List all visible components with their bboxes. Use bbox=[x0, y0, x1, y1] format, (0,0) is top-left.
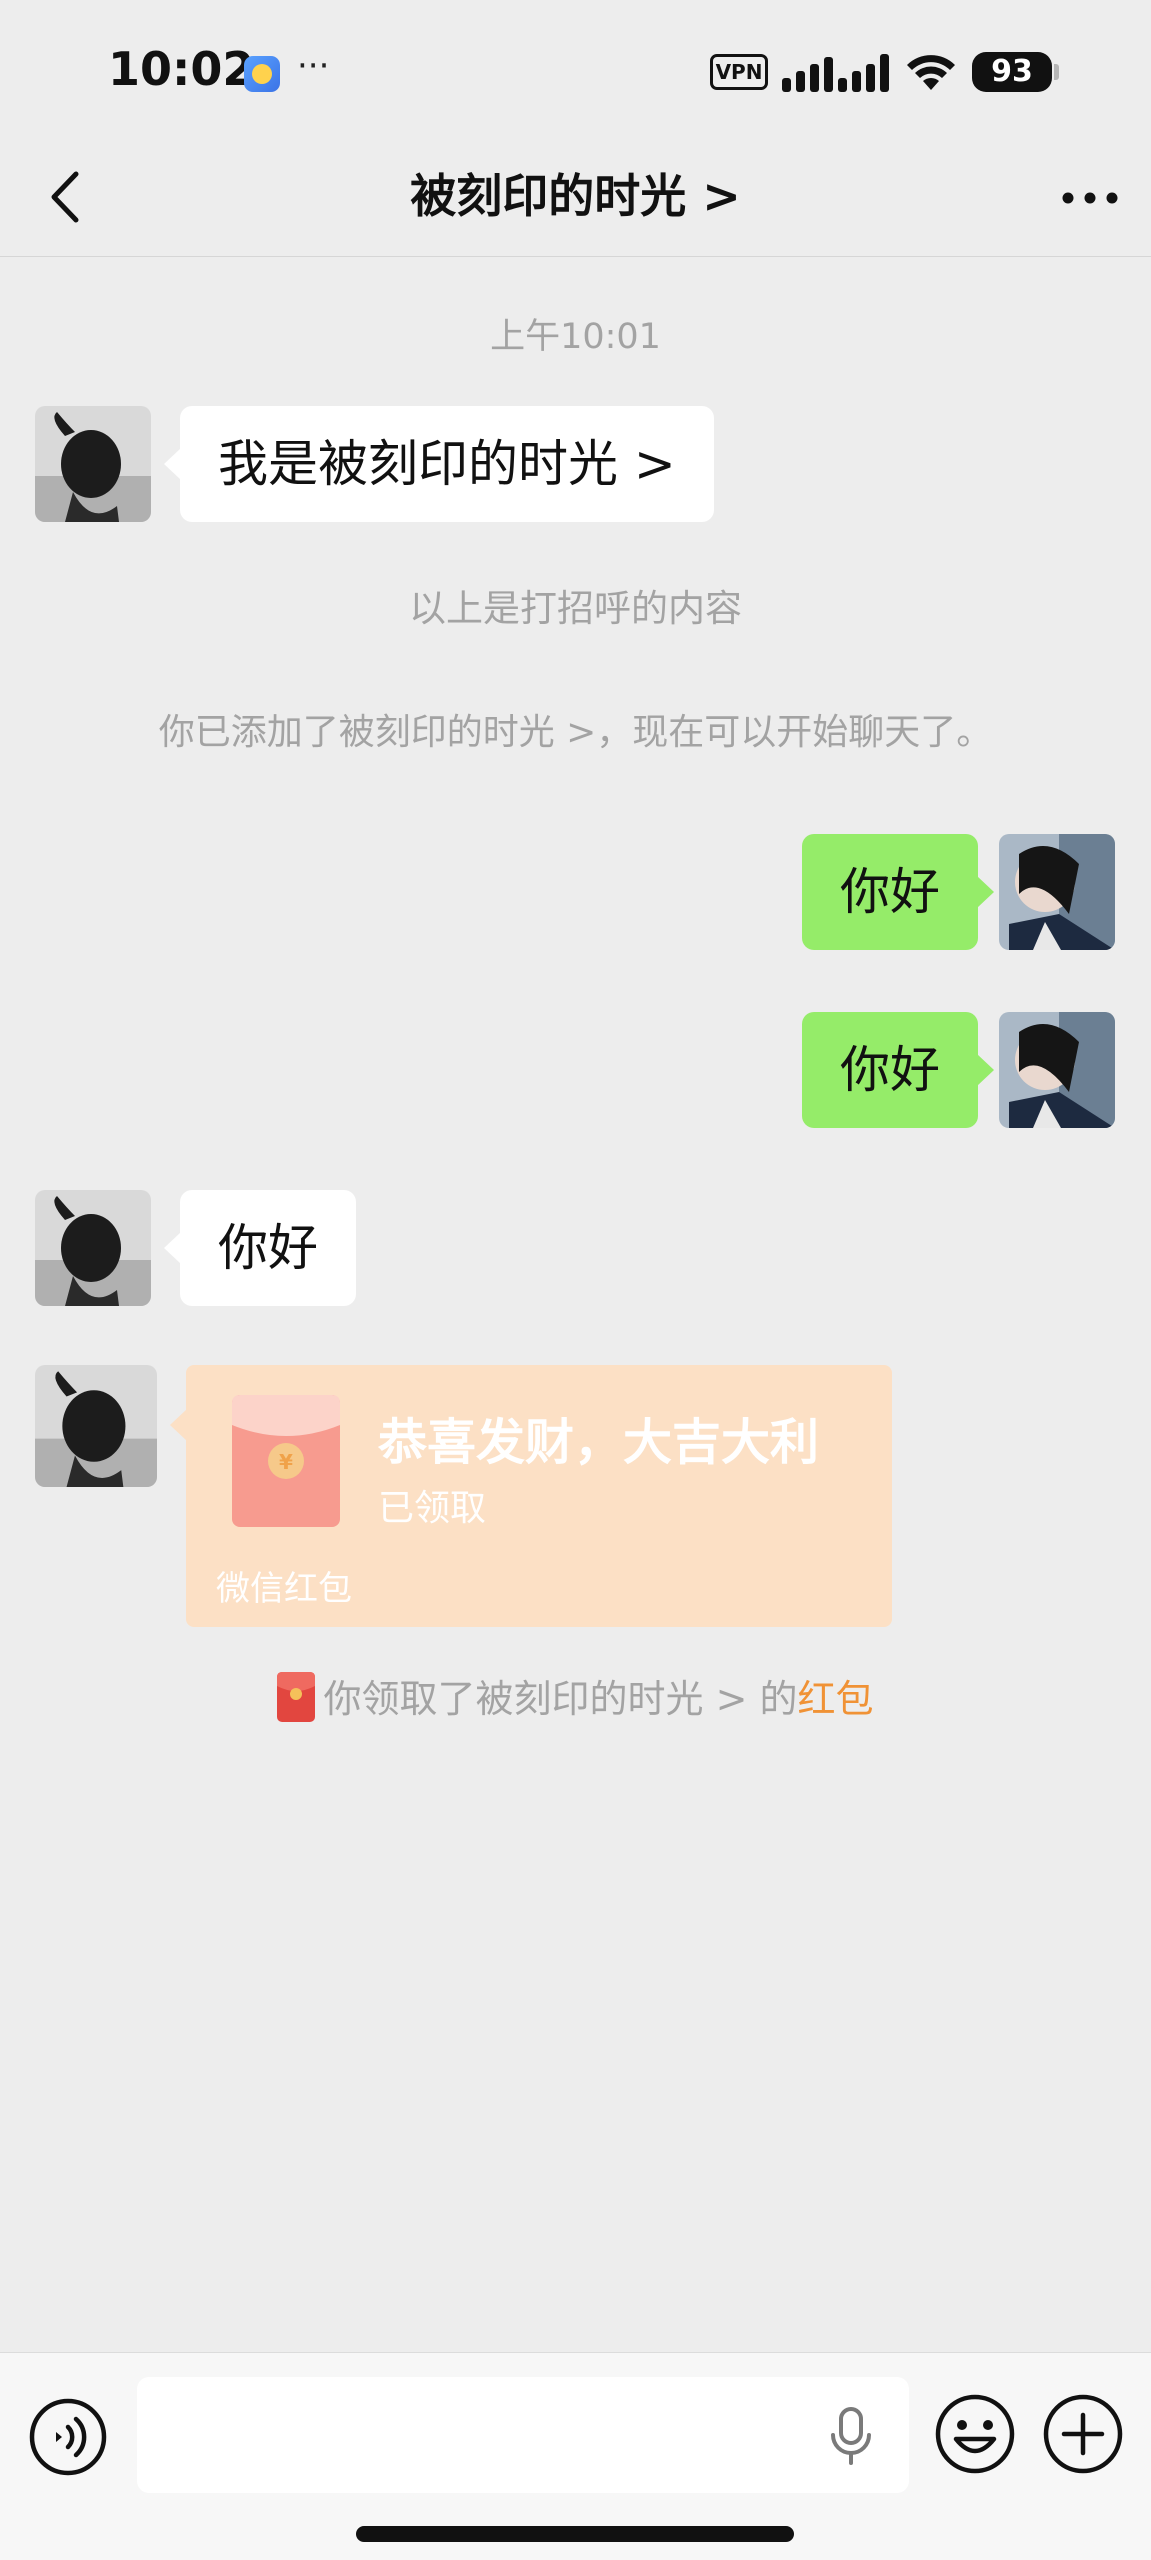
plus-icon[interactable] bbox=[1042, 2393, 1124, 2475]
message-bubble-outgoing[interactable]: 你好 bbox=[802, 1012, 994, 1128]
status-bar: 10:02 ··· VPN 93 bbox=[0, 0, 1151, 140]
emoji-icon[interactable] bbox=[934, 2393, 1016, 2475]
contact-added-note: 你已添加了被刻印的时光 >，现在可以开始聊天了。 bbox=[158, 712, 993, 753]
signal-icon bbox=[782, 54, 889, 92]
battery-tip bbox=[1054, 64, 1059, 80]
contact-avatar[interactable] bbox=[35, 1190, 151, 1306]
message-bubble-outgoing[interactable]: 你好 bbox=[802, 834, 994, 950]
battery-icon: 93 bbox=[972, 52, 1052, 92]
message-input[interactable] bbox=[137, 2377, 909, 2493]
red-packet-footer: 微信红包 bbox=[216, 1569, 352, 1609]
chat-screen: 10:02 ··· VPN 93 被刻印的时光 > 上午10:01 我是被刻印的… bbox=[0, 0, 1151, 2560]
wifi-icon bbox=[907, 55, 955, 90]
my-avatar[interactable] bbox=[999, 1012, 1115, 1128]
red-packet-received-notice: 你领取了被刻印的时光 > 的红包 bbox=[0, 1668, 1151, 1723]
contact-avatar[interactable] bbox=[35, 406, 151, 522]
red-packet-mini-icon bbox=[277, 1672, 316, 1722]
receive-notice-text: 你领取了被刻印的时光 > 的 bbox=[323, 1677, 798, 1721]
red-envelope-icon: ¥ bbox=[232, 1395, 340, 1527]
message-bubble-incoming[interactable]: 你好 bbox=[164, 1190, 356, 1306]
more-dots-icon[interactable] bbox=[1050, 162, 1130, 232]
voice-icon[interactable] bbox=[28, 2397, 108, 2477]
red-packet-title: 恭喜发财，大吉大利 bbox=[378, 1414, 820, 1471]
microphone-icon[interactable] bbox=[826, 2405, 876, 2467]
home-indicator[interactable] bbox=[356, 2526, 794, 2542]
my-avatar[interactable] bbox=[999, 834, 1115, 950]
red-packet-status: 已领取 bbox=[378, 1488, 487, 1529]
status-time: 10:02 bbox=[108, 42, 255, 96]
chat-title[interactable]: 被刻印的时光 > bbox=[0, 160, 1151, 226]
more-notifications-icon: ··· bbox=[297, 46, 330, 86]
nav-bar: 被刻印的时光 > bbox=[0, 140, 1151, 257]
app-notification-icon bbox=[244, 56, 280, 92]
message-bubble-incoming[interactable]: 我是被刻印的时光 > bbox=[164, 406, 714, 522]
greeting-note: 以上是打招呼的内容 bbox=[409, 587, 742, 630]
svg-text:¥: ¥ bbox=[279, 1450, 293, 1474]
red-packet-message[interactable]: ¥ 恭喜发财，大吉大利 已领取 微信红包 bbox=[170, 1365, 892, 1627]
red-packet-link[interactable]: 红包 bbox=[797, 1677, 873, 1721]
contact-avatar[interactable] bbox=[35, 1365, 157, 1487]
vpn-badge: VPN bbox=[710, 54, 768, 90]
message-timestamp: 上午10:01 bbox=[490, 317, 661, 357]
